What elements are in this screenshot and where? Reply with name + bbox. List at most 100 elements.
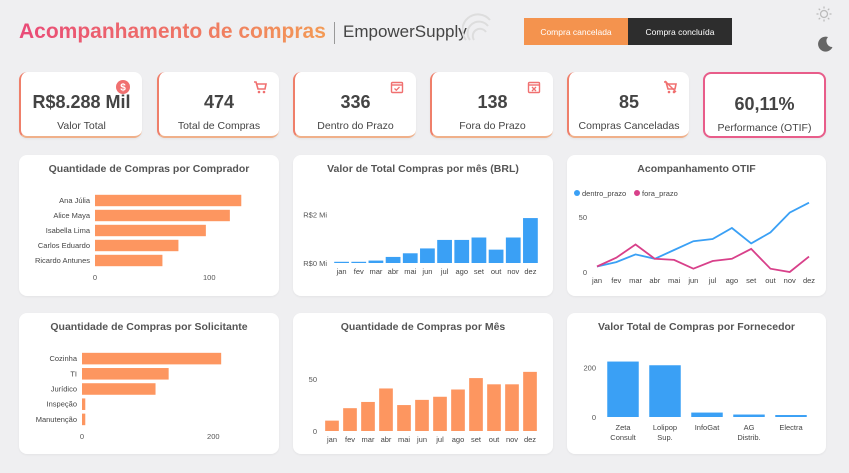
category-label: jul	[435, 435, 444, 444]
bar	[385, 256, 401, 263]
bar	[95, 254, 163, 267]
bar	[523, 371, 537, 431]
chart-solicitante: 0 200 Cozinha TI Jurídico Inspeção Manutenção	[36, 352, 222, 441]
kpi-valor-total: $ R$8.288 Mil Valor Total	[19, 72, 142, 138]
kpi-value: 138	[477, 92, 508, 112]
chart-title: Quantidade de Compras por Solicitante	[50, 321, 248, 333]
category-label: AG	[744, 423, 755, 432]
kpi-compras-canceladas: 85 Compras Canceladas	[567, 72, 689, 138]
brand-name: EmpowerSupply	[343, 22, 467, 41]
y-tick-label: 0	[583, 268, 587, 277]
category-label: Electra	[779, 423, 803, 432]
category-label: abr	[388, 267, 399, 276]
category-label: mar	[629, 276, 642, 285]
category-label: Sup.	[657, 433, 672, 442]
y-tick-label: R$2 Mi	[303, 210, 327, 219]
bar	[454, 239, 470, 263]
kpi-label: Dentro do Prazo	[317, 120, 394, 132]
kpi-value: 60,11%	[734, 94, 795, 114]
bar	[379, 388, 393, 431]
bar	[95, 239, 179, 252]
kpi-value: R$8.288 Mil	[32, 92, 131, 112]
brand-wave-icon	[462, 13, 491, 41]
category-label: Consult	[610, 433, 636, 442]
kpi-label: Fora do Prazo	[459, 120, 526, 132]
category-label: Manutenção	[36, 415, 77, 424]
category-label: nov	[784, 276, 796, 285]
series-line-fora_prazo	[596, 243, 810, 273]
bar	[420, 248, 435, 263]
kpi-dentro-prazo: 336 Dentro do Prazo	[293, 72, 416, 138]
bar	[691, 412, 723, 417]
bar	[733, 414, 765, 417]
kpi-value: 474	[203, 92, 235, 112]
kpi-value: 85	[618, 92, 640, 112]
bar	[95, 224, 206, 237]
bar	[95, 209, 230, 222]
bar	[433, 396, 447, 431]
category-label: Lolipop	[653, 423, 677, 432]
category-label: jan	[591, 276, 602, 285]
category-label: fev	[611, 276, 621, 285]
category-label: set	[471, 435, 482, 444]
chart-card-comprador: Quantidade de Compras por Comprador 0 100…	[19, 155, 279, 296]
category-label: abr	[381, 435, 392, 444]
category-label: Ana Júlia	[59, 196, 91, 205]
bar	[505, 384, 519, 431]
x-tick-label: 0	[80, 432, 84, 441]
kpi-label: Compras Canceladas	[578, 120, 680, 132]
legend-label: dentro_prazo	[582, 189, 626, 198]
sun-icon[interactable]	[816, 6, 832, 22]
chart-title: Valor Total de Compras por Fornecedor	[597, 321, 795, 333]
bar	[325, 420, 339, 431]
bar	[437, 239, 452, 263]
legend-marker	[634, 190, 640, 196]
kpi-value: 336	[340, 92, 371, 112]
y-tick-label: 50	[309, 375, 317, 384]
category-label: out	[765, 276, 776, 285]
category-label: set	[746, 276, 757, 285]
x-tick-label: 0	[93, 273, 97, 282]
y-tick-label: 200	[583, 364, 596, 373]
category-label: jun	[421, 267, 432, 276]
category-label: Zeta	[615, 423, 631, 432]
category-label: nov	[506, 435, 518, 444]
bar	[82, 413, 86, 426]
moon-icon[interactable]	[816, 35, 834, 53]
category-label: nov	[507, 267, 519, 276]
header: Acompanhamento de compras EmpowerSupply …	[0, 0, 849, 62]
tab-compra-concluida[interactable]: Compra concluída	[628, 18, 732, 45]
bar	[649, 365, 681, 417]
chart-card-solicitante: Quantidade de Compras por Solicitante 0 2…	[19, 313, 279, 454]
page-title: Acompanhamento de compras	[19, 20, 326, 43]
category-label: jan	[336, 267, 347, 276]
chart-comprador: 0 100 Ana Júlia Alice Maya Isabella Lima Carl…	[35, 194, 242, 282]
x-tick-label: 200	[207, 432, 220, 441]
category-label: ago	[455, 267, 468, 276]
chart-title: Quantidade de Compras por Mês	[340, 321, 506, 333]
category-label: fev	[345, 435, 355, 444]
bar	[343, 408, 357, 431]
bar	[361, 401, 375, 431]
chart-card-qtd-mes: Quantidade de Compras por Mês 0 50 jan fev m…	[293, 313, 553, 454]
category-label: InfoGat	[695, 423, 721, 432]
category-label: dez	[524, 435, 536, 444]
tab-compra-cancelada[interactable]: Compra cancelada	[524, 18, 628, 45]
bar	[402, 253, 418, 263]
category-label: set	[474, 267, 485, 276]
category-label: Isabella Lima	[46, 226, 91, 235]
y-tick-label: 50	[579, 213, 587, 222]
bar	[607, 361, 639, 417]
category-label: mai	[404, 267, 416, 276]
kpi-performance-otif: 60,11% Performance (OTIF)	[703, 72, 826, 138]
category-label: ago	[726, 276, 739, 285]
bar	[488, 249, 504, 263]
bar	[82, 368, 169, 380]
bar	[397, 405, 411, 431]
category-label: out	[489, 435, 500, 444]
chart-title: Valor de Total Compras por mês (BRL)	[327, 163, 519, 175]
kpi-label: Valor Total	[57, 120, 106, 132]
chart-fornecedor: 0 200 ZetaConsult LolipopSup. InfoGat AGDistr…	[583, 361, 807, 442]
bar	[95, 194, 242, 207]
x-tick-label: 100	[203, 273, 216, 282]
